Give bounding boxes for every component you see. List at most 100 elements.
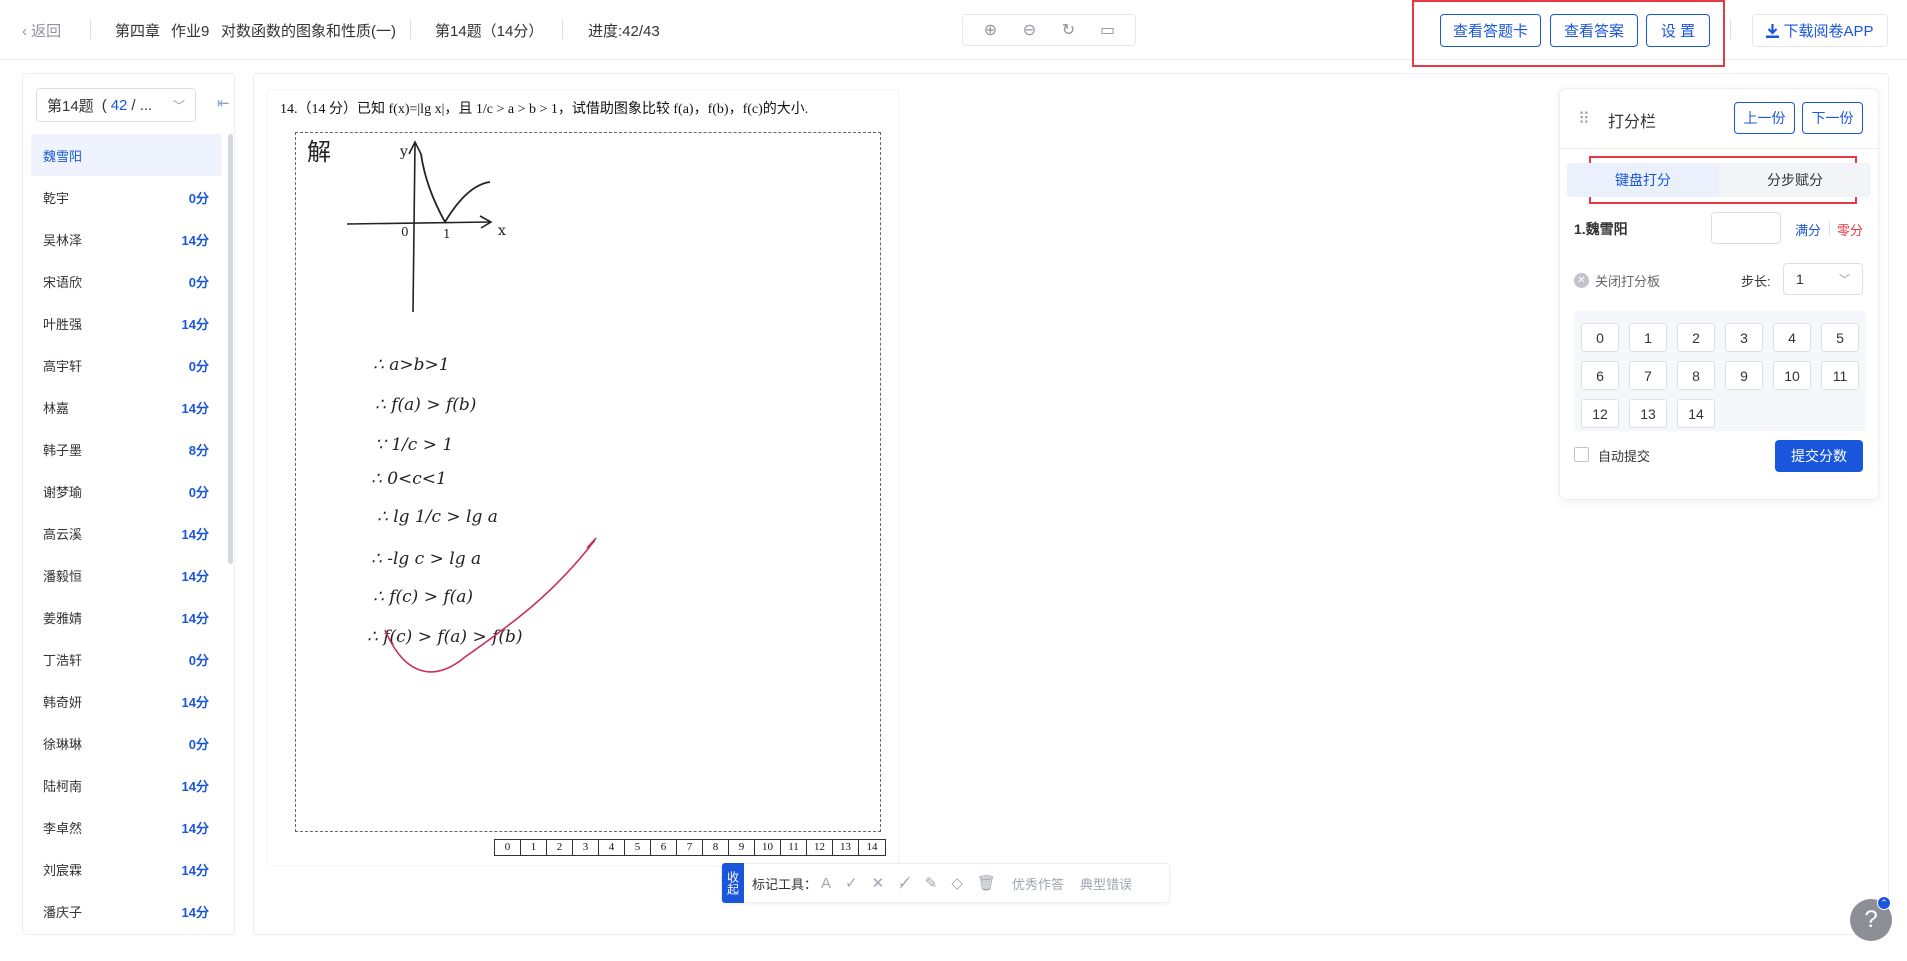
score-key[interactable]: 6 xyxy=(1581,361,1619,390)
student-name: 徐琳琳 xyxy=(43,736,83,752)
cross-icon[interactable]: ✕ xyxy=(872,874,885,892)
excellent-answer-button[interactable]: 优秀作答 xyxy=(1012,874,1064,893)
back-button[interactable]: ‹ 返回 xyxy=(22,20,61,41)
student-name: 陆柯南 xyxy=(43,778,83,794)
score-key[interactable]: 11 xyxy=(1821,361,1859,390)
score-key[interactable]: 3 xyxy=(1725,323,1763,352)
student-list-item[interactable]: 谢梦瑜 0分 xyxy=(31,470,221,512)
handwritten-line: ∵ 1/c > 1 xyxy=(375,435,453,455)
score-key[interactable]: 5 xyxy=(1821,323,1859,352)
student-list-item[interactable]: 高云溪 14分 xyxy=(31,512,221,554)
top-bar: ‹ 返回 第四章 作业9 对数函数的图象和性质(一) 第14题（14分） 进度:… xyxy=(0,0,1907,67)
score-box-cell: 14 xyxy=(866,841,878,853)
student-list-item[interactable]: 刘宸霖 14分 xyxy=(31,848,221,890)
student-score: 14分 xyxy=(181,778,209,794)
student-name: 高宇轩 xyxy=(43,358,83,374)
question-label: 第14题（14分） xyxy=(435,23,544,40)
full-score-button[interactable]: 满分 xyxy=(1795,220,1821,239)
student-score: 14分 xyxy=(181,526,209,542)
student-list-item[interactable]: 乾宇 0分 xyxy=(31,176,221,218)
student-name: 丁浩轩 xyxy=(43,652,83,668)
student-name: 李卓然 xyxy=(43,820,83,836)
lesson-title: 对数函数的图象和性质(一) xyxy=(221,23,396,40)
student-name: 谢梦瑜 xyxy=(43,484,83,500)
student-score: 0分 xyxy=(188,190,209,206)
close-pad-button[interactable]: ✕ 关闭打分板 xyxy=(1574,271,1660,290)
score-box-cell: 7 xyxy=(677,840,703,855)
assignment-label: 作业9 xyxy=(171,23,210,40)
student-list-item[interactable]: 姜雅婧 14分 xyxy=(31,596,221,638)
half-check-icon[interactable]: ✓̸ xyxy=(898,874,911,892)
score-key[interactable]: 4 xyxy=(1773,323,1811,352)
student-list-item[interactable]: 高宇轩 0分 xyxy=(31,344,221,386)
next-paper-button[interactable]: 下一份 xyxy=(1802,102,1863,134)
step-select[interactable]: 1 ﹀ xyxy=(1783,263,1863,295)
typical-error-button[interactable]: 典型错误 xyxy=(1080,874,1132,893)
score-key[interactable]: 2 xyxy=(1677,323,1715,352)
auto-submit-checkbox[interactable] xyxy=(1574,447,1589,462)
view-answer-button[interactable]: 查看答案 xyxy=(1550,14,1638,47)
text-icon[interactable]: A xyxy=(821,875,831,892)
divider xyxy=(1829,222,1830,235)
student-list-item[interactable]: 韩子墨 8分 xyxy=(31,428,221,470)
fit-screen-icon[interactable]: ▭ xyxy=(1094,20,1122,40)
student-list-item[interactable]: 丁浩轩 0分 xyxy=(31,638,221,680)
view-toolbar: ⊕ ⊖ ↻ ▭ xyxy=(962,14,1136,46)
score-key[interactable]: 12 xyxy=(1581,399,1619,428)
student-score: 14分 xyxy=(181,400,209,416)
score-box-cell: 1 xyxy=(521,840,547,855)
student-list-item[interactable]: 魏雪阳 xyxy=(31,134,221,176)
zoom-in-icon[interactable]: ⊕ xyxy=(977,20,1005,40)
student-list-item[interactable]: 潘毅恒 14分 xyxy=(31,554,221,596)
handwritten-line: ∴ 0<c<1 xyxy=(371,469,447,489)
handwritten-line: ∴ a>b>1 xyxy=(373,355,450,375)
submit-score-button[interactable]: 提交分数 xyxy=(1775,440,1863,472)
score-box-cell: 11 xyxy=(781,840,807,855)
score-box-cell: 3 xyxy=(573,840,599,855)
collapse-list-icon[interactable]: ⇤ xyxy=(217,94,230,112)
student-list-item[interactable]: 林嘉 14分 xyxy=(31,386,221,428)
student-list-item[interactable]: 陆柯南 14分 xyxy=(31,764,221,806)
tab-keyboard-scoring[interactable]: 键盘打分 xyxy=(1567,163,1719,197)
question-select[interactable]: 第14题 ( 42 / ... ﹀ xyxy=(36,88,196,122)
collapse-tools-button[interactable]: 收起 xyxy=(722,863,744,903)
score-key[interactable]: 9 xyxy=(1725,361,1763,390)
y-axis-label: y xyxy=(399,144,408,160)
rotate-icon[interactable]: ↻ xyxy=(1055,20,1083,40)
score-key[interactable]: 0 xyxy=(1581,323,1619,352)
student-score: 14分 xyxy=(181,232,209,248)
score-key[interactable]: 10 xyxy=(1773,361,1811,390)
score-box-cell: 6 xyxy=(651,840,677,855)
score-key[interactable]: 14 xyxy=(1677,399,1715,428)
scrollbar[interactable] xyxy=(228,134,233,564)
pencil-icon[interactable]: ✎ xyxy=(925,874,938,892)
download-app-button[interactable]: 下载阅卷APP xyxy=(1752,14,1888,47)
zero-score-button[interactable]: 零分 xyxy=(1837,220,1863,239)
score-key[interactable]: 13 xyxy=(1629,399,1667,428)
settings-button[interactable]: 设 置 xyxy=(1646,14,1710,47)
score-key[interactable]: 8 xyxy=(1677,361,1715,390)
student-list-item[interactable]: 吴林泽 14分 xyxy=(31,218,221,260)
check-icon[interactable]: ✓ xyxy=(845,874,858,892)
student-list-item[interactable]: 潘庆子 14分 xyxy=(31,890,221,932)
eraser-icon[interactable]: ◇ xyxy=(951,874,963,892)
trash-icon[interactable]: 🗑 xyxy=(977,874,996,892)
drag-handle-icon[interactable]: ⠿ xyxy=(1578,109,1590,129)
handwritten-line: ∴ -lg c > lg a xyxy=(371,549,481,569)
origin-label: 0 xyxy=(401,225,409,239)
student-list-item[interactable]: 宋语欣 0分 xyxy=(31,260,221,302)
student-score: 14分 xyxy=(181,610,209,626)
score-key[interactable]: 1 xyxy=(1629,323,1667,352)
student-name: 姜雅婧 xyxy=(43,610,83,626)
student-name: 宋语欣 xyxy=(43,274,83,290)
zoom-out-icon[interactable]: ⊖ xyxy=(1016,20,1044,40)
prev-paper-button[interactable]: 上一份 xyxy=(1734,102,1795,134)
score-input[interactable] xyxy=(1711,212,1781,244)
student-list-item[interactable]: 徐琳琳 0分 xyxy=(31,722,221,764)
view-answer-card-button[interactable]: 查看答题卡 xyxy=(1440,14,1541,47)
tab-step-scoring[interactable]: 分步赋分 xyxy=(1719,163,1871,197)
score-key[interactable]: 7 xyxy=(1629,361,1667,390)
student-list-item[interactable]: 李卓然 14分 xyxy=(31,806,221,848)
student-list-item[interactable]: 韩奇妍 14分 xyxy=(31,680,221,722)
student-list-item[interactable]: 叶胜强 14分 xyxy=(31,302,221,344)
